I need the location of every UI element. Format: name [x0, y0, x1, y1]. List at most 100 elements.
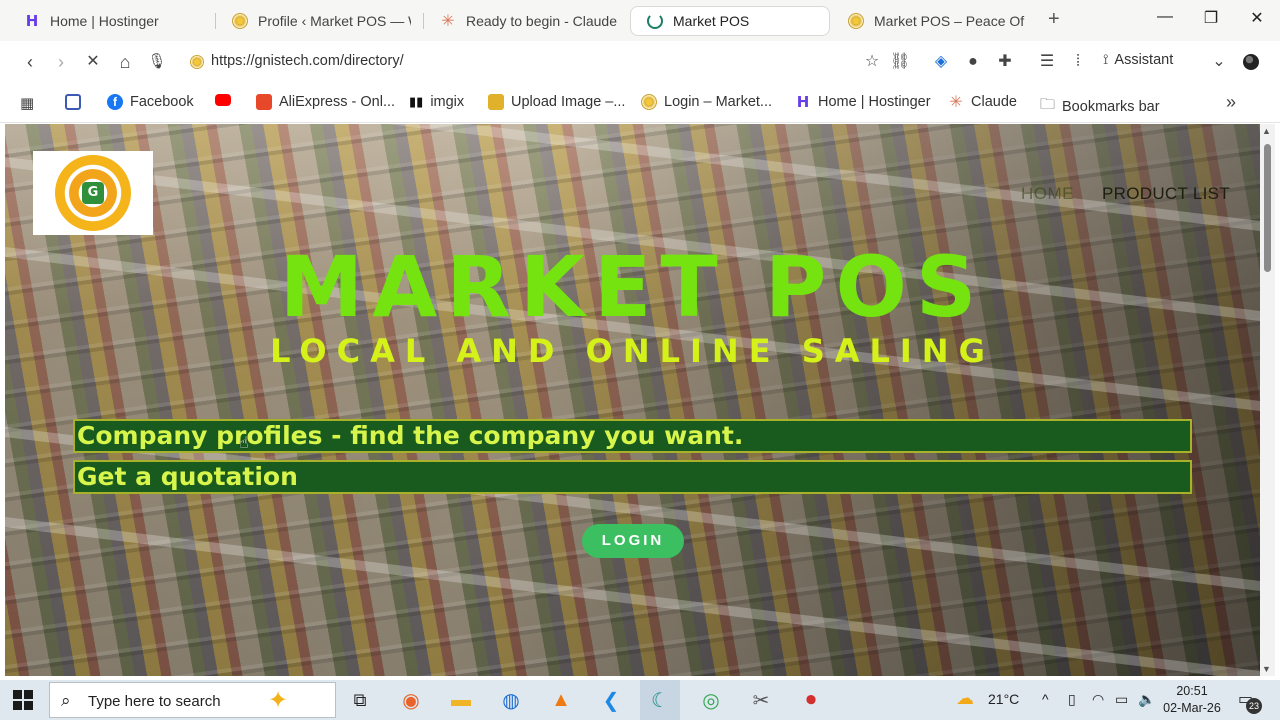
temperature[interactable]: 21°C — [988, 691, 1019, 707]
home-icon[interactable]: ⌂ — [115, 51, 135, 73]
hand-cursor-icon: ☝ — [239, 435, 249, 452]
extension-circle-icon[interactable]: ● — [963, 52, 983, 72]
taskbar-search[interactable]: ⌕ Type here to search ✦ — [49, 682, 336, 718]
chrome-icon[interactable]: ◎ — [696, 685, 726, 715]
bookmark-label: Facebook — [130, 94, 194, 110]
task-view-icon[interactable]: ⧉ — [345, 685, 375, 715]
site-logo[interactable]: G — [33, 151, 153, 235]
tab-profile-market-pos[interactable]: Profile ‹ Market POS — W — [216, 6, 421, 36]
nav-home-link[interactable]: HOME — [1021, 184, 1074, 204]
bookmark-label: Login – Market... — [664, 94, 772, 110]
edge-icon[interactable]: ◍ — [496, 685, 526, 715]
bookmarks-bar: ▦ f Facebook AliExpress - Onl... ▮▮ imgi… — [0, 83, 1280, 123]
back-icon[interactable]: ‹ — [20, 51, 40, 73]
chrome-variant-icon[interactable]: ☾ — [645, 685, 675, 715]
more-bookmarks-icon[interactable]: » — [1226, 92, 1236, 113]
bookmark-upload-image[interactable]: Upload Image –... — [488, 94, 625, 110]
address-bar[interactable]: https://gnistech.com/directory/ — [180, 47, 920, 77]
calendar-icon — [65, 94, 81, 110]
tray-chevron-up-icon[interactable]: ^ — [1042, 691, 1049, 707]
search-highlight-icon: ✦ — [268, 687, 289, 714]
bookmark-youtube[interactable] — [215, 94, 231, 106]
get-quotation-link[interactable]: Get a quotation — [73, 460, 1192, 494]
notification-count-badge: 23 — [1246, 698, 1262, 714]
tab-title: Home | Hostinger — [50, 13, 159, 29]
system-clock[interactable]: 20:51 02-Mar-26 — [1160, 683, 1224, 717]
tab-title: Market POS — [673, 13, 750, 29]
shelf-decoration — [5, 124, 1260, 232]
bookmark-hostinger[interactable]: H Home | Hostinger — [795, 94, 931, 110]
restore-icon[interactable]: ❐ — [1188, 8, 1234, 28]
weather-icon[interactable]: ☁ — [956, 688, 974, 709]
wifi-icon[interactable]: ◠ — [1092, 691, 1104, 708]
hero-title: MARKET POS — [279, 238, 986, 336]
bookmark-aliexpress[interactable]: AliExpress - Onl... — [256, 94, 395, 110]
clock-time: 20:51 — [1176, 684, 1208, 698]
windows-start-icon[interactable] — [13, 690, 33, 710]
reading-list-icon[interactable]: ☰ — [1037, 52, 1057, 72]
screen-recorder-icon[interactable]: ⏺ — [796, 685, 826, 715]
snipping-tool-icon[interactable]: ✂ — [746, 685, 776, 715]
logo-emblem-icon: G — [82, 182, 104, 204]
volume-icon[interactable]: 🔈 — [1138, 691, 1155, 708]
nav-product-list-link[interactable]: PRODUCT LIST — [1102, 184, 1230, 204]
scroll-up-icon[interactable]: ▲ — [1262, 126, 1271, 136]
bookmark-label: Home | Hostinger — [818, 94, 931, 110]
vscode-icon[interactable]: ❮ — [596, 685, 626, 715]
tab-strip: H Home | Hostinger Profile ‹ Market POS … — [0, 0, 1280, 41]
file-explorer-icon[interactable]: ▬ — [446, 685, 476, 715]
bookmark-login-market[interactable]: Login – Market... — [641, 94, 772, 110]
audio-wave-icon[interactable]: ⦙ — [1068, 52, 1088, 72]
page-scrollbar[interactable]: ▲ ▼ — [1260, 124, 1275, 676]
assistant-button[interactable]: ⟟ Assistant — [1103, 52, 1173, 68]
extension-shield-icon[interactable]: ◈ — [931, 52, 951, 72]
tab-hostinger[interactable]: H Home | Hostinger — [8, 6, 213, 36]
aliexpress-icon — [256, 94, 272, 110]
windows-taskbar: ⌕ Type here to search ✦ ⧉ ◉ ▬ ◍ ▲ ❮ ☾ ◎ … — [0, 680, 1280, 720]
bookmarks-bar-folder[interactable]: 🗀 Bookmarks bar — [1040, 94, 1160, 119]
link-icon[interactable]: ⛓ — [890, 52, 910, 72]
market-pos-icon — [641, 94, 657, 110]
claude-icon: ✳ — [949, 92, 963, 111]
bookmark-label: Claude — [971, 94, 1017, 110]
clock-date: 02-Mar-26 — [1163, 701, 1221, 715]
bookmark-facebook[interactable]: f Facebook — [107, 94, 194, 110]
firefox-icon[interactable]: ◉ — [396, 685, 426, 715]
bookmark-star-icon[interactable]: ☆ — [862, 52, 882, 72]
url-text[interactable]: https://gnistech.com/directory/ — [211, 53, 404, 69]
login-button[interactable]: LOGIN — [582, 524, 684, 558]
scroll-down-icon[interactable]: ▼ — [1262, 664, 1271, 674]
chevron-down-icon[interactable]: ⌄ — [1209, 52, 1229, 72]
folder-icon: 🗀 — [1040, 96, 1056, 113]
bookmark-label: AliExpress - Onl... — [279, 94, 396, 110]
minimize-icon[interactable]: — — [1142, 8, 1188, 26]
tab-claude[interactable]: ✳ Ready to begin - Claude — [424, 6, 629, 36]
tab-market-pos-active[interactable]: Market POS — [630, 6, 830, 36]
assistant-icon: ⟟ — [1103, 52, 1109, 68]
hostinger-icon: H — [796, 93, 810, 111]
extensions-puzzle-icon[interactable]: ✚ — [995, 52, 1015, 72]
vlc-icon[interactable]: ▲ — [546, 685, 576, 715]
imgix-icon: ▮▮ — [409, 94, 424, 109]
upload-image-icon — [488, 94, 504, 110]
battery-icon[interactable]: ▭ — [1115, 691, 1128, 708]
forward-icon[interactable]: › — [51, 51, 71, 73]
tab-market-pos-peace[interactable]: Market POS – Peace Of M — [832, 6, 1037, 36]
bookmark-label: Bookmarks bar — [1062, 98, 1160, 115]
usb-icon[interactable]: ▯ — [1068, 691, 1076, 708]
hostinger-icon: H — [25, 12, 39, 30]
scroll-thumb[interactable] — [1264, 144, 1271, 272]
apps-button[interactable]: ▦ — [20, 94, 34, 112]
youtube-icon — [215, 94, 231, 106]
close-window-icon[interactable]: ✕ — [1234, 8, 1280, 28]
search-placeholder: Type here to search — [88, 693, 221, 710]
market-pos-icon — [848, 13, 864, 29]
bookmark-imgix[interactable]: ▮▮ imgix — [409, 94, 464, 110]
profile-avatar[interactable] — [1243, 54, 1259, 70]
bookmark-claude[interactable]: ✳ Claude — [948, 92, 1017, 111]
bookmark-calendar[interactable] — [65, 94, 81, 110]
microphone-icon[interactable]: 🎙 — [147, 51, 167, 73]
browser-toolbar: ‹ › ✕ ⌂ 🎙 https://gnistech.com/directory… — [0, 41, 1280, 83]
new-tab-icon[interactable]: + — [1048, 8, 1060, 31]
stop-loading-icon[interactable]: ✕ — [83, 51, 103, 73]
